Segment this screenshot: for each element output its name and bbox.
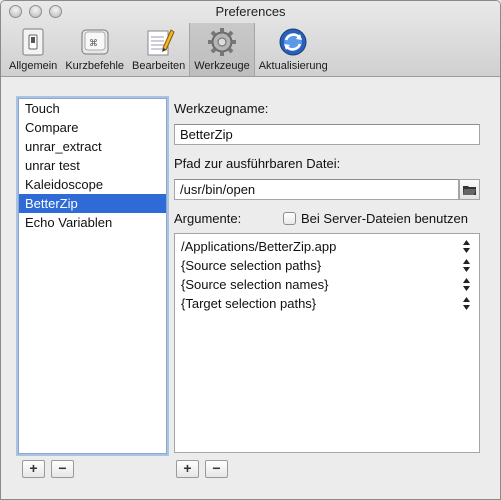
tool-name-field[interactable]: BetterZip — [174, 124, 480, 145]
argument-text: {Source selection names} — [181, 277, 329, 292]
tab-aktualisierung[interactable]: Aktualisierung — [255, 23, 332, 76]
arguments-list[interactable]: /Applications/BetterZip.app {Source sele… — [174, 233, 480, 453]
reorder-stepper-icon[interactable] — [463, 259, 470, 272]
remove-argument-button[interactable]: − — [205, 460, 228, 478]
server-files-checkbox-row[interactable]: Bei Server-Dateien benutzen — [283, 211, 468, 226]
tab-werkzeuge[interactable]: Werkzeuge — [189, 23, 255, 76]
list-item[interactable]: Compare — [19, 118, 166, 137]
tab-allgemein[interactable]: Allgemein — [5, 23, 61, 76]
tab-label: Aktualisierung — [258, 60, 328, 72]
notepad-pencil-icon — [147, 29, 175, 56]
list-item-selected[interactable]: BetterZip — [19, 194, 166, 213]
argument-row[interactable]: /Applications/BetterZip.app — [175, 237, 479, 256]
window-title: Preferences — [215, 4, 286, 19]
light-switch-icon — [22, 28, 44, 56]
argument-text: {Target selection paths} — [181, 296, 317, 311]
tab-label: Bearbeiten — [132, 60, 186, 72]
argument-text: /Applications/BetterZip.app — [181, 239, 337, 254]
reorder-stepper-icon[interactable] — [463, 297, 470, 310]
tab-kurzbefehle[interactable]: ⌘ Kurzbefehle — [61, 23, 128, 76]
arguments-label: Argumente: — [174, 211, 242, 226]
tab-label: Allgemein — [9, 60, 58, 72]
tab-label: Werkzeuge — [194, 60, 250, 72]
add-argument-button[interactable]: + — [176, 460, 199, 478]
keyboard-key-icon: ⌘ — [81, 29, 109, 55]
reorder-stepper-icon[interactable] — [463, 278, 470, 291]
list-item[interactable]: unrar test — [19, 156, 166, 175]
tools-list[interactable]: Touch Compare unrar_extract unrar test K… — [18, 98, 167, 454]
toolbar: Allgemein ⌘ Kurzbefehle Bearbeiten Werkz… — [5, 23, 332, 76]
update-globe-icon — [279, 28, 307, 56]
remove-tool-button[interactable]: − — [51, 460, 74, 478]
tab-label: Kurzbefehle — [65, 60, 125, 72]
svg-text:⌘: ⌘ — [89, 39, 98, 49]
path-label: Pfad zur ausführbaren Datei: — [174, 156, 341, 171]
tab-bearbeiten[interactable]: Bearbeiten — [128, 23, 189, 76]
argument-row[interactable]: {Source selection names} — [175, 275, 479, 294]
folder-icon — [463, 185, 476, 195]
preferences-window: Preferences Allgemein ⌘ Kurzbefehle Bear… — [0, 0, 501, 500]
list-item[interactable]: unrar_extract — [19, 137, 166, 156]
argument-row[interactable]: {Target selection paths} — [175, 294, 479, 313]
list-item[interactable]: Kaleidoscope — [19, 175, 166, 194]
server-files-checkbox-label: Bei Server-Dateien benutzen — [301, 211, 468, 226]
path-field[interactable]: /usr/bin/open — [174, 179, 459, 200]
argument-text: {Source selection paths} — [181, 258, 322, 273]
title-toolbar: Preferences Allgemein ⌘ Kurzbefehle Bear… — [1, 1, 500, 77]
add-tool-button[interactable]: + — [22, 460, 45, 478]
list-item[interactable]: Echo Variablen — [19, 213, 166, 232]
list-item[interactable]: Touch — [19, 99, 166, 118]
choose-folder-button[interactable] — [459, 179, 480, 200]
gear-icon — [207, 28, 236, 56]
argument-row[interactable]: {Source selection paths} — [175, 256, 479, 275]
server-files-checkbox[interactable] — [283, 212, 296, 225]
reorder-stepper-icon[interactable] — [463, 240, 470, 253]
tool-name-label: Werkzeugname: — [174, 101, 269, 116]
